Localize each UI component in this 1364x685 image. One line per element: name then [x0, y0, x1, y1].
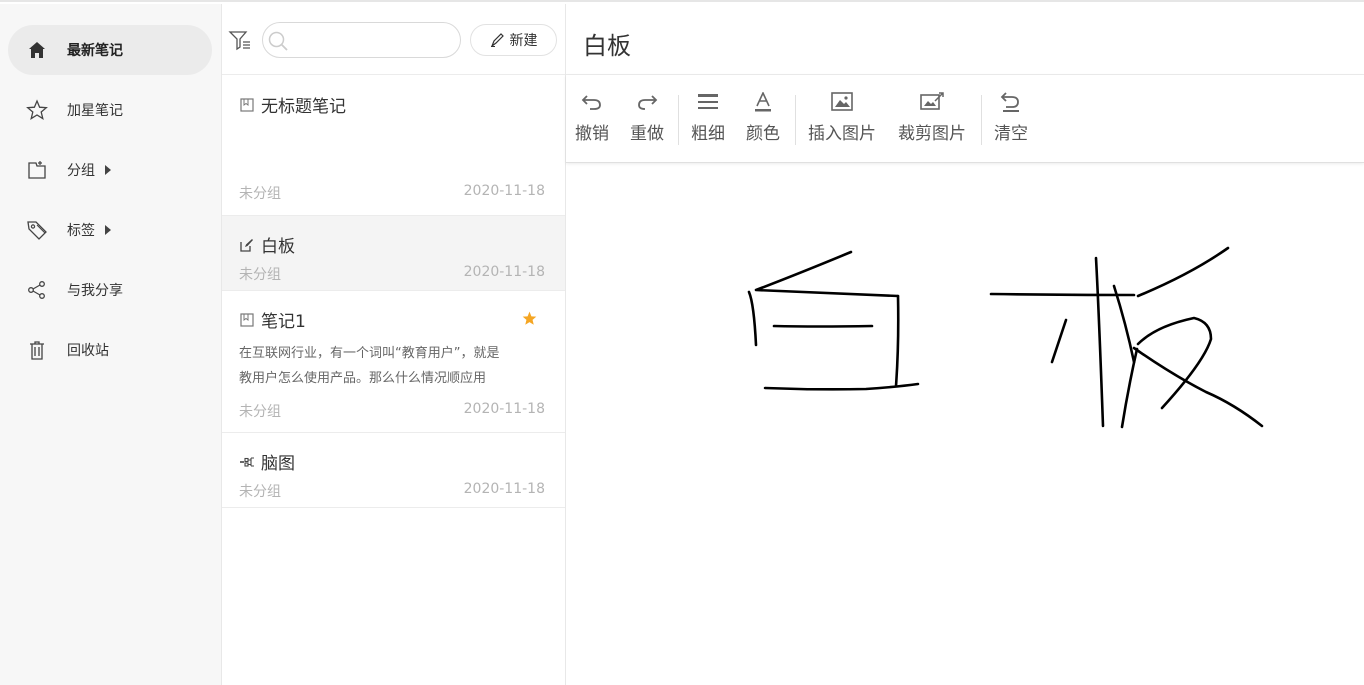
- trash-icon: [25, 338, 49, 362]
- redo-label: 重做: [630, 124, 664, 144]
- image-icon: [831, 89, 853, 115]
- note-title: 白板: [261, 237, 295, 257]
- line-weight-icon: [697, 89, 719, 115]
- sidebar: 最新笔记 加星笔记 分组 标签 与我分享 回收站: [0, 4, 222, 685]
- clear-label: 清空: [994, 124, 1028, 144]
- filter-icon[interactable]: [228, 28, 252, 52]
- redo-icon: [636, 89, 658, 115]
- crop-image-button[interactable]: 裁剪图片: [898, 89, 966, 144]
- sidebar-item-latest[interactable]: 最新笔记: [8, 25, 212, 75]
- sidebar-item-starred[interactable]: 加星笔记: [8, 85, 212, 135]
- undo-button[interactable]: 撤销: [575, 89, 609, 144]
- sidebar-item-label: 分组: [67, 163, 95, 179]
- sidebar-item-shared[interactable]: 与我分享: [8, 265, 212, 315]
- search-input[interactable]: [293, 29, 453, 51]
- starred-icon[interactable]: [522, 311, 537, 330]
- new-note-button[interactable]: 新建: [470, 24, 557, 56]
- note-date: 2020-11-18: [463, 264, 545, 280]
- star-outline-icon: [25, 98, 49, 122]
- caret-right-icon[interactable]: [105, 165, 111, 175]
- note-list-panel: 新建 无标题笔记 未分组 2020-11-18 白板 未分组 2020-11-1…: [222, 4, 566, 685]
- handwritten-drawing: [747, 246, 1264, 429]
- whiteboard-icon: [239, 237, 255, 253]
- note-list-header: 新建: [222, 4, 565, 75]
- clear-icon: [1000, 89, 1022, 115]
- note-title: 脑图: [261, 454, 295, 474]
- whiteboard-canvas[interactable]: [566, 164, 1364, 685]
- note-icon: [239, 97, 255, 113]
- clear-button[interactable]: 清空: [994, 89, 1028, 144]
- note-excerpt-line: 教用户怎么使用产品。那么什么情况顺应用: [239, 371, 487, 386]
- stroke: [1136, 246, 1230, 298]
- note-group: 未分组: [239, 186, 281, 202]
- sidebar-item-trash[interactable]: 回收站: [8, 325, 212, 375]
- new-note-label: 新建: [509, 33, 538, 49]
- whiteboard-toolbar: 撤销 重做 粗细 颜色 插入图片 裁剪图片 清空: [566, 75, 1364, 163]
- stroke: [894, 294, 900, 388]
- note-icon: [239, 312, 255, 328]
- note-excerpt-line: 在互联网行业，有一个词叫“教育用户”，就是: [239, 346, 500, 361]
- note-date: 2020-11-18: [463, 401, 545, 417]
- stroke: [1050, 318, 1068, 364]
- folder-icon: [25, 158, 49, 182]
- insert-image-button[interactable]: 插入图片: [808, 89, 876, 144]
- color-label: 颜色: [746, 124, 780, 144]
- stroke: [747, 290, 758, 347]
- stroke: [1132, 346, 1264, 428]
- note-excerpt: 在互联网行业，有一个词叫“教育用户”，就是 教用户怎么使用产品。那么什么情况顺应…: [239, 341, 545, 391]
- crop-image-label: 裁剪图片: [898, 124, 966, 144]
- sidebar-item-label: 回收站: [67, 343, 109, 359]
- note-date: 2020-11-18: [463, 183, 545, 199]
- redo-button[interactable]: 重做: [630, 89, 664, 144]
- pen-icon: [490, 33, 504, 47]
- note-date: 2020-11-18: [463, 481, 545, 497]
- insert-image-label: 插入图片: [808, 124, 876, 144]
- note-card[interactable]: 笔记1 在互联网行业，有一个词叫“教育用户”，就是 教用户怎么使用产品。那么什么…: [222, 291, 565, 433]
- sidebar-item-tags[interactable]: 标签: [8, 205, 212, 255]
- stroke: [1136, 316, 1213, 410]
- share-icon: [25, 278, 49, 302]
- stroke: [989, 292, 1136, 297]
- stroke: [1112, 284, 1136, 364]
- text-color-icon: [753, 89, 773, 115]
- editor-title-bar: 白板: [566, 4, 1364, 75]
- note-card[interactable]: 脑图 未分组 2020-11-18: [222, 433, 565, 508]
- stroke: [1094, 256, 1105, 428]
- toolbar-divider: [795, 95, 796, 145]
- sidebar-item-label: 标签: [67, 223, 95, 239]
- thickness-button[interactable]: 粗细: [691, 89, 725, 144]
- note-group: 未分组: [239, 404, 281, 420]
- caret-right-icon[interactable]: [105, 225, 111, 235]
- stroke: [1120, 347, 1139, 429]
- stroke: [772, 324, 874, 328]
- color-button[interactable]: 颜色: [746, 89, 780, 144]
- search-icon: [267, 30, 289, 56]
- sidebar-item-groups[interactable]: 分组: [8, 145, 212, 195]
- home-icon: [25, 38, 49, 62]
- search-box[interactable]: [262, 22, 461, 58]
- note-card[interactable]: 无标题笔记 未分组 2020-11-18: [222, 75, 565, 216]
- stroke: [754, 250, 900, 298]
- toolbar-divider: [678, 95, 679, 145]
- note-title: 笔记1: [261, 312, 306, 332]
- undo-label: 撤销: [575, 124, 609, 144]
- sidebar-item-label: 最新笔记: [67, 43, 123, 59]
- thickness-label: 粗细: [691, 124, 725, 144]
- sidebar-item-label: 加星笔记: [67, 103, 123, 119]
- tag-icon: [25, 218, 49, 242]
- editor-panel: 白板 撤销 重做 粗细 颜色 插入图片 裁剪图片 清空: [566, 4, 1364, 685]
- note-group: 未分组: [239, 484, 281, 500]
- crop-image-icon: [920, 89, 944, 115]
- sidebar-item-label: 与我分享: [67, 283, 123, 299]
- note-group: 未分组: [239, 267, 281, 283]
- note-title: 无标题笔记: [261, 97, 346, 117]
- mindmap-icon: [239, 454, 255, 470]
- undo-icon: [581, 89, 603, 115]
- note-card[interactable]: 白板 未分组 2020-11-18: [222, 216, 565, 291]
- editor-title[interactable]: 白板: [583, 26, 631, 61]
- toolbar-divider: [981, 95, 982, 145]
